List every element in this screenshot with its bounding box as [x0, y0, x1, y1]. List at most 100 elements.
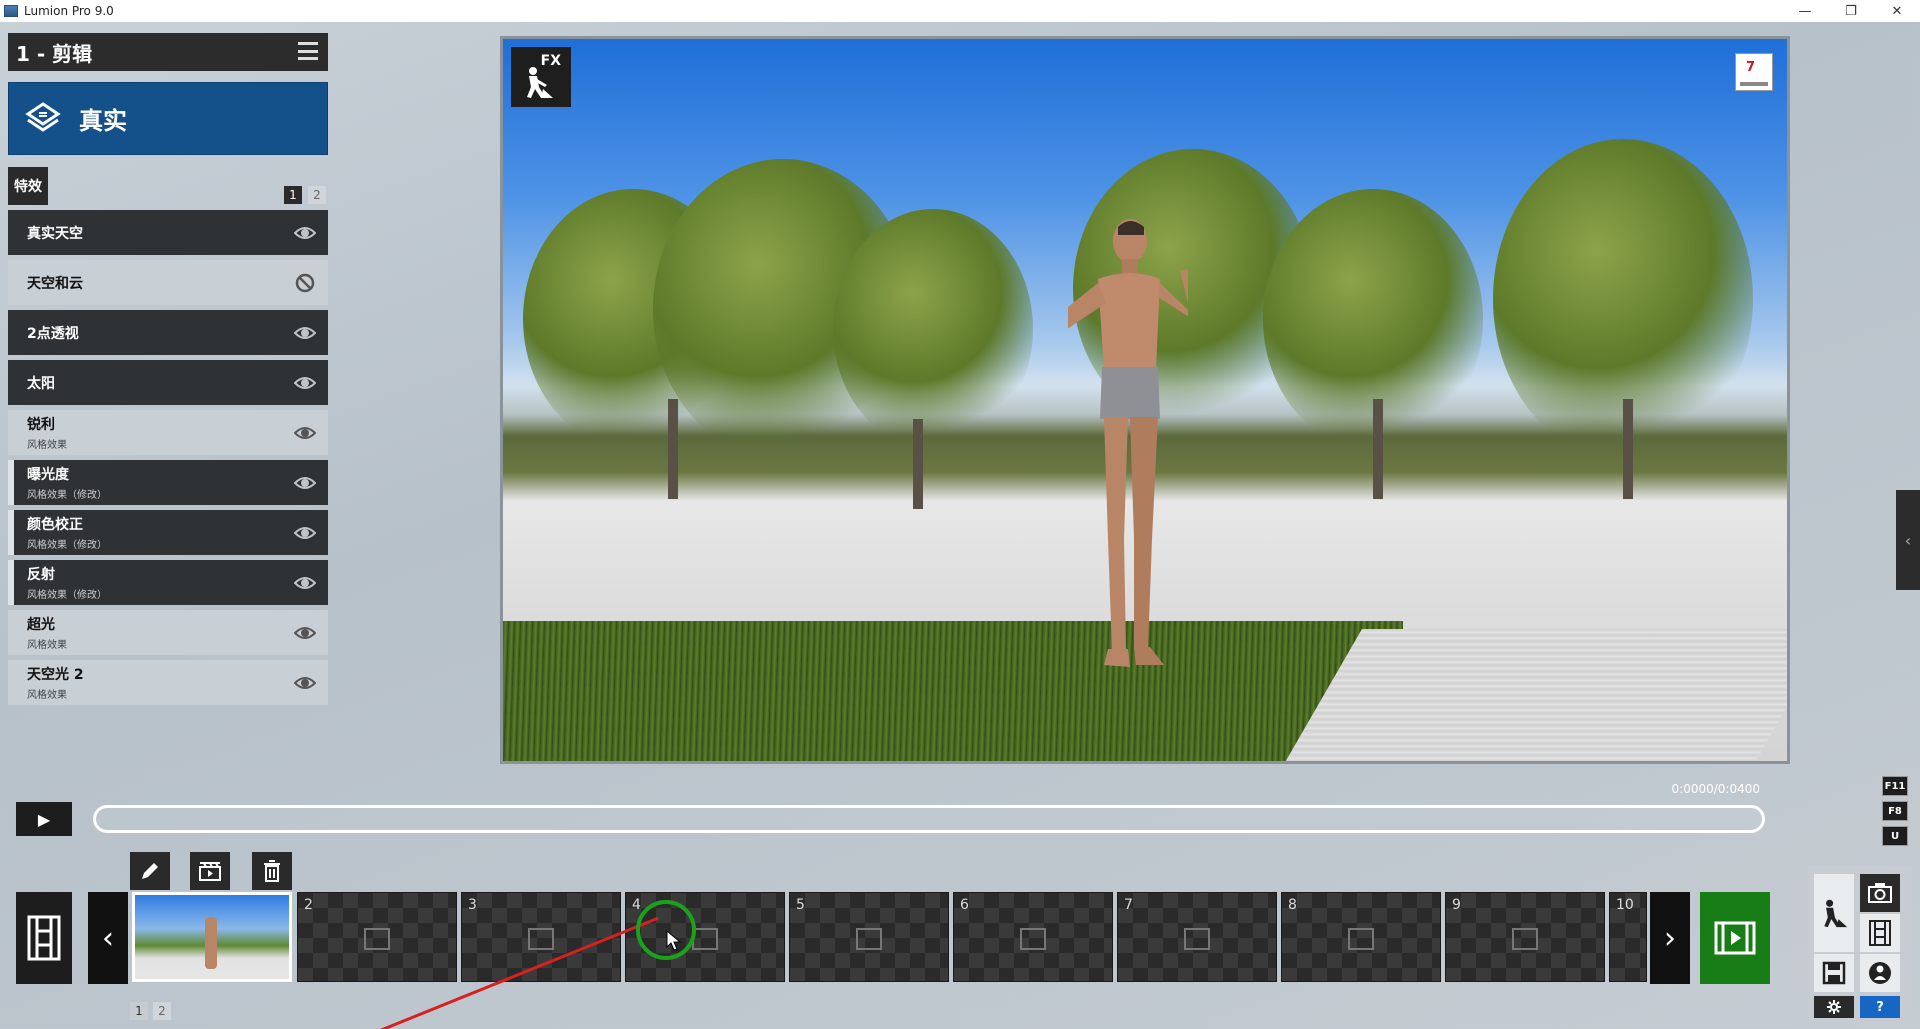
effect-subtitle: 风格效果	[27, 640, 67, 651]
timeline-scrubber[interactable]	[93, 805, 1765, 833]
film-strip-icon	[1869, 920, 1891, 946]
clip-slot[interactable]: 9	[1445, 892, 1605, 982]
eye-icon[interactable]	[294, 523, 316, 543]
effect-item[interactable]: 天空和云	[8, 260, 328, 305]
minimize-button[interactable]: —	[1782, 0, 1828, 22]
eye-icon[interactable]	[294, 473, 316, 493]
clip-number: 10	[1616, 897, 1634, 913]
effect-item[interactable]: 超光 风格效果	[8, 610, 328, 655]
clip-slot[interactable]: 10	[1609, 892, 1647, 982]
eye-icon[interactable]	[294, 323, 316, 343]
build-mode-button[interactable]	[1814, 874, 1854, 952]
effect-item[interactable]: 锐利 风格效果	[8, 410, 328, 455]
effect-item[interactable]: 2点透视	[8, 310, 328, 355]
effect-name: 2点透视	[27, 325, 79, 342]
side-panel-collapse-tab[interactable]: ‹	[1896, 490, 1920, 590]
key-hint-f11[interactable]: F11	[1882, 776, 1908, 796]
worker-icon	[527, 67, 553, 98]
window-title: Lumion Pro 9.0	[24, 4, 114, 18]
play-button[interactable]: ▶	[16, 802, 72, 836]
render-badge: 7	[1746, 60, 1756, 75]
clip-slot[interactable]: 2	[297, 892, 457, 982]
paving	[1284, 629, 1787, 761]
empty-clip-icon	[364, 928, 390, 950]
clip-number: 9	[1452, 897, 1461, 913]
effect-item[interactable]: 反射 风格效果（修改）	[8, 560, 328, 605]
effects-tab[interactable]: 特效	[8, 167, 48, 205]
person-sphere-icon	[1869, 962, 1891, 984]
eye-icon[interactable]	[294, 423, 316, 443]
eye-icon[interactable]	[294, 573, 316, 593]
clip-number: 6	[960, 897, 969, 913]
close-button[interactable]: ✕	[1874, 0, 1920, 22]
calendar-bar	[1740, 82, 1768, 86]
effect-item[interactable]: 真实天空	[8, 210, 328, 255]
clips-prev-button[interactable]: ‹	[88, 892, 128, 984]
scene-viewport[interactable]: FX 7	[500, 36, 1790, 764]
tree-trunk	[913, 419, 923, 509]
help-button[interactable]: ?	[1860, 996, 1900, 1018]
effect-name: 锐利	[27, 417, 55, 433]
empty-clip-icon	[1512, 928, 1538, 950]
movie-mode-button[interactable]	[16, 892, 72, 984]
effect-name: 太阳	[27, 375, 55, 392]
clip-slot[interactable]: 8	[1281, 892, 1441, 982]
clip-slot[interactable]: 3	[461, 892, 621, 982]
clapperboard-icon	[199, 862, 221, 881]
effects-page-2[interactable]: 2	[308, 186, 326, 204]
photo-mode-button[interactable]	[1860, 874, 1900, 912]
effect-item[interactable]: 曝光度风格效果（修改）	[8, 460, 328, 505]
clip-number: 3	[468, 897, 477, 913]
key-hint-f8[interactable]: F8	[1882, 801, 1908, 821]
eye-icon[interactable]	[294, 623, 316, 643]
clip-number: 7	[1124, 897, 1133, 913]
window-titlebar: Lumion Pro 9.0 — ❐ ✕	[0, 0, 1920, 22]
floppy-disk-icon	[1822, 961, 1846, 985]
grass-patch	[503, 621, 1403, 761]
effect-item[interactable]: 颜色校正 风格效果（修改）	[8, 510, 328, 555]
effect-item[interactable]: 天空光 2 风格效果	[8, 660, 328, 705]
effects-page-1[interactable]: 1	[284, 186, 302, 204]
eye-icon[interactable]	[294, 673, 316, 693]
360-panorama-button[interactable]	[1860, 954, 1900, 992]
effect-name: 曝光度	[27, 467, 69, 483]
tree-trunk	[668, 399, 678, 499]
eye-icon[interactable]	[294, 373, 316, 393]
effect-subtitle: 风格效果（修改）	[27, 540, 107, 551]
hidden-icon[interactable]	[294, 273, 316, 293]
effect-subtitle: 风格效果（修改）	[27, 490, 107, 501]
delete-clip-button[interactable]	[252, 852, 292, 890]
empty-clip-icon	[856, 928, 882, 950]
gear-icon	[1827, 1000, 1841, 1014]
chevron-left-icon: ‹	[1904, 530, 1912, 550]
effect-subtitle: 风格效果	[27, 440, 67, 451]
app-icon	[4, 5, 18, 17]
render-calendar-button[interactable]: 7	[1735, 53, 1773, 91]
save-button[interactable]	[1814, 954, 1854, 992]
edit-clip-button[interactable]	[130, 852, 170, 890]
chevron-left-icon: ‹	[102, 920, 114, 956]
key-hint-u[interactable]: U	[1882, 826, 1908, 846]
worker-icon	[1824, 899, 1848, 928]
clip-number: 2	[304, 897, 313, 913]
fx-effects-button[interactable]: FX	[511, 47, 571, 107]
hamburger-menu-icon[interactable]	[298, 42, 318, 60]
clip-slot[interactable]: 5	[789, 892, 949, 982]
add-clip-button[interactable]	[1700, 892, 1770, 984]
style-banner[interactable]: 真实	[8, 82, 328, 155]
restore-button[interactable]: ❐	[1828, 0, 1874, 22]
clips-page-2[interactable]: 2	[153, 1002, 171, 1020]
clip-slot[interactable]: 7	[1117, 892, 1277, 982]
clip-film-button[interactable]	[190, 852, 230, 890]
clip-slot[interactable]	[132, 892, 292, 982]
settings-button[interactable]	[1814, 996, 1854, 1018]
eye-icon[interactable]	[294, 223, 316, 243]
clip-slot[interactable]: 6	[953, 892, 1113, 982]
movie-mode-panel-button[interactable]	[1860, 914, 1900, 952]
mouse-cursor-icon	[666, 930, 682, 951]
clips-page-1[interactable]: 1	[130, 1002, 148, 1020]
clips-next-button[interactable]: ›	[1650, 892, 1690, 984]
effect-item[interactable]: 太阳	[8, 360, 328, 405]
tree-trunk	[1373, 399, 1383, 499]
clip-number: 8	[1288, 897, 1297, 913]
